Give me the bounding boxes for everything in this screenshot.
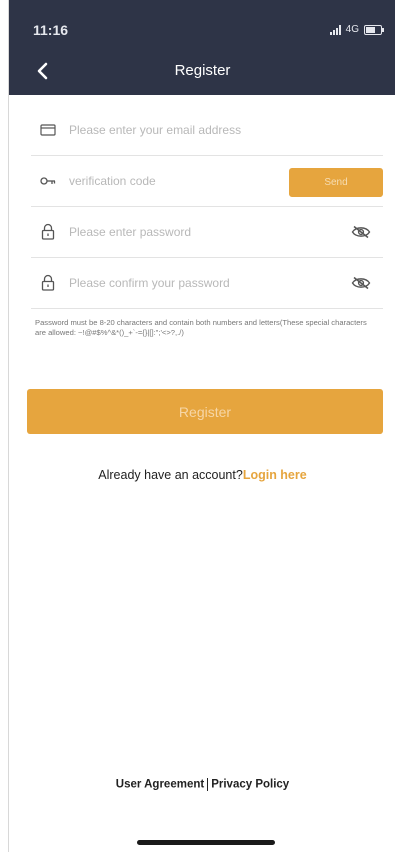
battery-icon: [364, 24, 384, 35]
footer-links: User Agreement Privacy Policy: [9, 778, 395, 791]
app-screen: 11:16 4G Register Please enter your emai…: [8, 0, 395, 852]
lock-icon: [39, 223, 57, 241]
password-input[interactable]: [69, 206, 329, 257]
email-input[interactable]: [69, 104, 369, 155]
status-indicators: 4G: [329, 24, 384, 35]
login-prompt-line: Already have an account?Login here: [9, 468, 395, 482]
login-link[interactable]: Login here: [243, 468, 307, 482]
register-button[interactable]: Register: [27, 389, 383, 434]
home-indicator[interactable]: [137, 840, 275, 845]
verification-row: Send: [31, 155, 383, 207]
privacy-policy-link[interactable]: Privacy Policy: [211, 779, 289, 791]
signal-icon: [329, 24, 341, 35]
lock-icon: [39, 274, 57, 292]
key-icon: [39, 172, 57, 190]
confirm-password-row: [31, 257, 383, 309]
eye-slash-icon[interactable]: [351, 276, 371, 290]
password-hint: Password must be 8-20 characters and con…: [35, 318, 367, 337]
login-prompt-text: Already have an account?: [98, 468, 243, 482]
confirm-password-input[interactable]: [69, 257, 329, 308]
network-type: 4G: [345, 24, 359, 35]
footer-divider: [207, 778, 209, 791]
status-time: 11:16: [33, 22, 69, 38]
page-title: Register: [174, 62, 231, 79]
password-row: [31, 206, 383, 258]
eye-slash-icon[interactable]: [351, 225, 371, 239]
email-row: [31, 104, 383, 156]
verification-code-input[interactable]: [69, 155, 269, 206]
send-code-button[interactable]: Send: [289, 168, 383, 197]
app-header: 11:16 4G Register: [9, 0, 395, 95]
envelope-icon: [39, 121, 57, 139]
user-agreement-link[interactable]: User Agreement: [116, 779, 204, 791]
